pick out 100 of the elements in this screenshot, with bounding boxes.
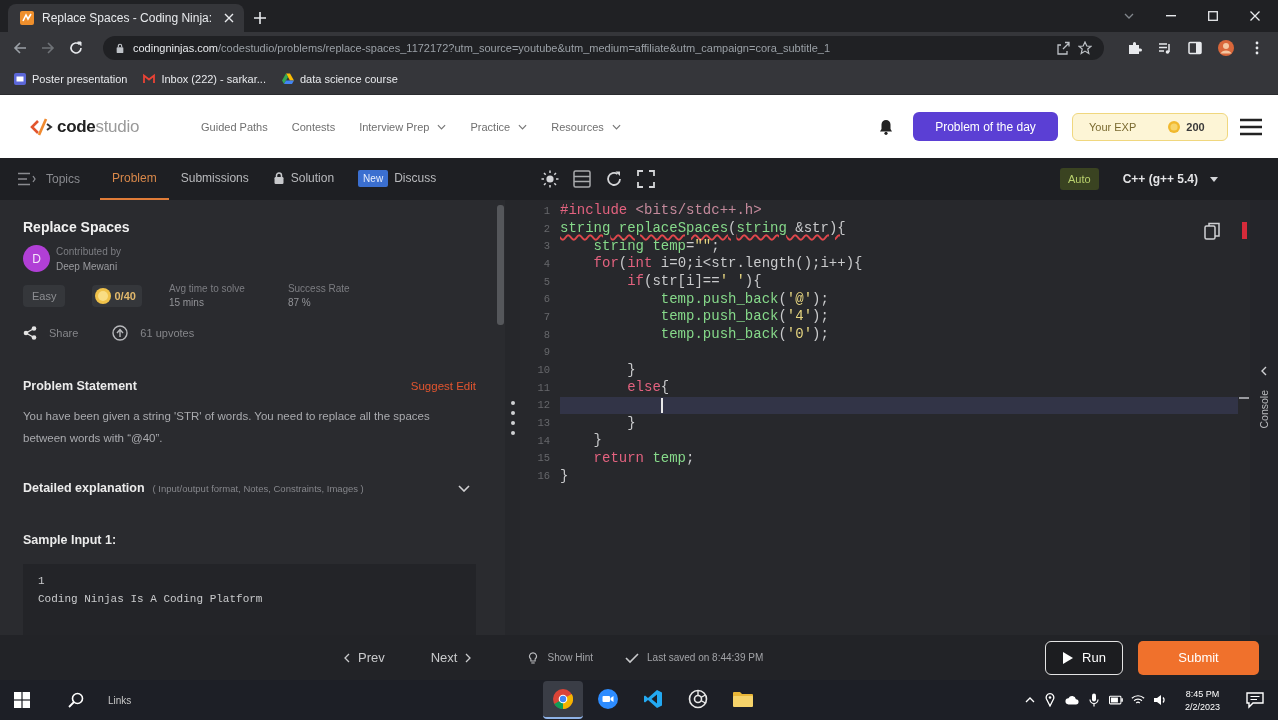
plus-icon[interactable] <box>254 12 266 24</box>
difficulty-tag: Easy <box>23 284 66 307</box>
share-button[interactable]: Share <box>23 326 79 340</box>
problem-of-the-day-button[interactable]: Problem of the day <box>913 112 1058 141</box>
play-icon <box>1062 651 1075 664</box>
start-menu-icon[interactable] <box>14 692 30 708</box>
line-number: 3 <box>542 240 551 253</box>
lock-icon <box>115 43 125 53</box>
search-icon[interactable] <box>68 692 84 708</box>
refresh-icon[interactable] <box>605 170 623 188</box>
bookmark[interactable]: data science course <box>281 73 398 85</box>
drag-handle-icon[interactable] <box>510 400 515 435</box>
chevron-left-icon <box>1259 366 1269 377</box>
bulb-icon <box>527 651 540 664</box>
close-icon[interactable] <box>224 13 234 23</box>
upvote-button[interactable]: 61 upvotes <box>112 325 195 341</box>
check-icon <box>625 650 640 665</box>
chevron-up-icon[interactable] <box>1024 695 1035 705</box>
clock-time: 8:45 PM <box>1185 688 1220 699</box>
menu-icon[interactable] <box>1240 117 1262 136</box>
line-number: 11 <box>536 381 551 394</box>
panel-tab[interactable]: New Discuss <box>346 158 449 200</box>
fullscreen-icon[interactable] <box>637 170 655 188</box>
sample-line: 1 <box>38 575 45 587</box>
profile-avatar[interactable] <box>1218 40 1234 56</box>
taskbar-app[interactable] <box>543 681 584 719</box>
cloud-icon[interactable] <box>1064 693 1079 707</box>
speaker-icon[interactable] <box>1152 693 1167 707</box>
layout-icon[interactable] <box>573 170 591 188</box>
clock-date: 2/2/2023 <box>1184 701 1220 712</box>
site-favicon-icon <box>20 11 34 25</box>
details-toggle[interactable]: Detailed explanation ( Input/output format, Notes, Constraints, Images ) <box>23 481 476 495</box>
run-button[interactable]: Run <box>1045 640 1123 675</box>
bookmark[interactable]: Poster presentation <box>14 73 128 85</box>
line-number: 1 <box>542 204 551 217</box>
code-line: string replaceSpaces(string &str){ <box>560 220 846 238</box>
code-line: temp.push_back('0'); <box>659 326 829 344</box>
line-number: 14 <box>536 434 551 447</box>
code-line: } <box>560 467 569 485</box>
star-icon[interactable] <box>1078 41 1092 55</box>
coin-icon <box>95 287 112 304</box>
chevron-down-icon[interactable] <box>1124 11 1134 21</box>
nav-link[interactable]: Practice <box>470 120 528 133</box>
maximize-icon[interactable] <box>1208 11 1218 21</box>
code-line: string temp=""; <box>592 237 720 255</box>
show-hint-button[interactable]: Show Hint <box>527 651 594 664</box>
address-field[interactable]: codingninjas.com/codestudio/problems/replace-spaces_1172172?utm_source=youtube&utm_medium=affiliate&utm_campaign=cora_subtitle_1 <box>103 36 1104 60</box>
auto-badge: Auto <box>1060 168 1099 190</box>
taskbar-clock[interactable]: 8:45 PM 2/2/2023 <box>1184 688 1220 712</box>
author-caption: Contributed by <box>56 245 122 257</box>
notification-icon[interactable] <box>1246 691 1264 709</box>
panel-tab[interactable]: Submissions <box>168 158 261 200</box>
reload-icon[interactable] <box>69 41 83 55</box>
stat-value: 87 % <box>287 297 312 308</box>
battery-icon[interactable] <box>1108 693 1123 707</box>
suggest-edit-link[interactable]: Suggest Edit <box>410 380 476 392</box>
nav-link[interactable]: Resources <box>551 120 621 133</box>
score-value: 0/40 <box>114 289 136 302</box>
nav-link[interactable]: Guided Paths <box>201 120 268 133</box>
sidebar-icon[interactable] <box>1188 41 1202 55</box>
position-marker <box>1239 397 1249 399</box>
forward-arrow-icon[interactable] <box>41 41 55 55</box>
line-number: 4 <box>542 257 551 270</box>
topics-button[interactable]: Topics <box>18 158 80 200</box>
language-dropdown[interactable]: C++ (g++ 5.4) <box>1122 158 1218 200</box>
nav-link[interactable]: Interview Prep <box>359 120 447 133</box>
share-icon[interactable] <box>1056 41 1070 55</box>
stat-value: 15 mins <box>168 297 205 308</box>
video-camera-icon <box>598 689 619 709</box>
next-button[interactable]: Next <box>430 650 474 665</box>
drive-icon <box>281 73 294 85</box>
copy-icon[interactable] <box>1204 222 1220 240</box>
line-number: 2 <box>542 222 551 235</box>
caret-icon <box>1210 176 1218 182</box>
code-line: temp.push_back('@'); <box>659 290 829 308</box>
mail-icon <box>143 73 156 85</box>
scrollbar[interactable] <box>497 205 504 325</box>
author-name: Deep Mewani <box>56 260 119 272</box>
close-icon[interactable] <box>1250 11 1260 21</box>
media-icon[interactable] <box>1158 41 1172 55</box>
taskbar-label[interactable]: Links <box>108 694 132 706</box>
author-avatar: D <box>23 245 50 272</box>
bell-icon[interactable] <box>879 118 893 135</box>
back-arrow-icon[interactable] <box>13 41 27 55</box>
puzzle-icon[interactable] <box>1128 41 1142 55</box>
sun-icon[interactable] <box>541 170 559 188</box>
line-number: 5 <box>542 275 551 288</box>
line-number: 15 <box>536 452 551 465</box>
panel-tab[interactable]: Solution <box>260 158 347 200</box>
list-icon <box>18 170 36 188</box>
line-number: 12 <box>536 399 551 412</box>
section-heading: Problem Statement <box>23 379 137 393</box>
prev-button[interactable]: Prev <box>342 650 385 665</box>
bookmark[interactable]: Inbox (222) - sarkar... <box>143 73 266 85</box>
share-icon <box>23 326 37 340</box>
aperture-icon <box>688 689 709 709</box>
nav-link[interactable]: Contests <box>291 120 336 133</box>
browser-tab[interactable]: Replace Spaces - Coding Ninja: <box>8 4 244 32</box>
logo-icon <box>30 117 54 136</box>
exp-pill[interactable]: Your EXP 200 <box>1072 112 1228 141</box>
